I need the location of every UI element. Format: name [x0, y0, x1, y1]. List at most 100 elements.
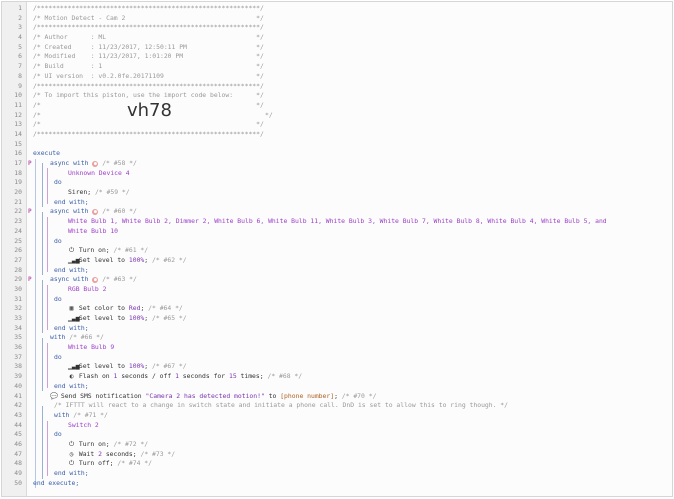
line-number: 45	[14, 430, 22, 439]
clock-icon: ◷	[69, 449, 74, 458]
code-line: 23 White Bulb 1, White Bulb 2, Dimmer 2, …	[2, 217, 672, 227]
line-number: 25	[14, 236, 22, 245]
wait-unit: seconds;	[101, 449, 137, 458]
task-statement[interactable]: ▁▃▅ Set level to 100%; /* #62 */	[68, 256, 187, 266]
statement-id: /* #66 */	[69, 333, 104, 342]
device-name[interactable]: RGB Bulb 2	[68, 285, 106, 295]
line-number: 29	[14, 275, 22, 284]
code-line: 19 do	[2, 178, 672, 188]
level-bars-icon: ▁▃▅	[68, 314, 80, 322]
line-number: 30	[14, 284, 22, 293]
sms-text: to	[264, 391, 281, 400]
device-list[interactable]: White Bulb 1, White Bulb 2, Dimmer 2, Wh…	[68, 217, 607, 227]
code-line: 39 ◐ Flash on 1 seconds / off 1 seconds f…	[2, 372, 672, 382]
task-statement[interactable]: ⏻ Turn on; /* #61 */	[68, 246, 148, 256]
condition-badge-icon: ●	[92, 161, 99, 167]
import-code[interactable]: vh78	[127, 101, 172, 118]
task-statement[interactable]: ▁▃▅ Set level to 100%; /* #67 */	[68, 362, 187, 372]
toggle-icon: ◐	[69, 372, 74, 381]
line-number: 3	[18, 23, 22, 32]
code-line: 32 ▦ Set color to Red; /* #64 */	[2, 304, 672, 314]
code-line: 25 do	[2, 237, 672, 247]
level-value: 100%	[128, 255, 145, 264]
task-statement[interactable]: ⏻ Turn on; /* #72 */	[68, 440, 148, 450]
semicolon: ;	[144, 255, 149, 264]
code-line: 49 end with;	[2, 469, 672, 479]
code-text: /***************************************…	[33, 4, 264, 12]
line-number: 26	[14, 246, 22, 255]
line-number: 12	[14, 110, 22, 119]
line-number: 44	[14, 420, 22, 429]
code-line: 48 ⏻ Turn off; /* #74 */	[2, 459, 672, 469]
task-statement[interactable]: ▦ Set color to Red; /* #64 */	[68, 304, 183, 314]
code-line: 36 White Bulb 9	[2, 343, 672, 353]
statement-id: /* #61 */	[113, 246, 149, 255]
task-statement[interactable]: ⏻ Turn off; /* #74 */	[68, 459, 152, 469]
sms-message: "Camera 2 has detected motion!"	[145, 391, 265, 400]
line-number: 33	[14, 314, 22, 322]
code-text: /***************************************…	[33, 129, 264, 138]
code-line: 7 /* Build : 1 */	[2, 62, 672, 72]
comment-open: /*	[33, 110, 41, 119]
device-name[interactable]: White Bulb 9	[68, 343, 114, 353]
code-line: 21 end with;	[2, 198, 672, 208]
code-line: 13 /* */	[2, 120, 672, 130]
statement-id: /* #72 */	[113, 439, 149, 448]
task-text: Wait	[78, 449, 95, 458]
task-statement[interactable]: ◐ Flash on 1 seconds / off 1 seconds for…	[68, 372, 303, 382]
code-line: 1 /**************************************…	[2, 4, 672, 14]
code-line: 43 with /* #71 */	[2, 411, 672, 421]
statement-id: /* #73 */	[140, 449, 176, 458]
code-text[interactable]: with /* #71 */	[54, 411, 108, 421]
line-number: 8	[18, 71, 22, 80]
code-text: /* UI version : v0.2.0fe.20171109 */	[33, 71, 264, 80]
line-number: 40	[14, 381, 22, 390]
line-number: 1	[18, 4, 22, 12]
task-text: Set level to	[78, 314, 126, 322]
flash-text: times;	[236, 372, 264, 381]
line-number: 20	[14, 188, 22, 197]
code-line: 6 /* Modified : 11/23/2017, 1:01:20 PM */	[2, 52, 672, 62]
device-name[interactable]: Unknown Device 4	[68, 169, 130, 179]
code-text: do	[54, 294, 62, 303]
task-statement[interactable]: 💬 Send SMS notification "Camera 2 has de…	[50, 392, 376, 402]
code-line: 38 ▁▃▅ Set level to 100%; /* #67 */	[2, 362, 672, 372]
code-line: 42 /* IFTTT will react to a change in swi…	[2, 401, 672, 411]
statement-id: /* #70 */	[341, 391, 377, 400]
level-value: 100%	[128, 314, 145, 322]
line-number: 36	[14, 343, 22, 352]
code-text[interactable]: async with ● /* #63 */	[50, 275, 137, 285]
color-value: Red	[128, 304, 141, 313]
code-text[interactable]: execute	[33, 149, 60, 159]
task-statement[interactable]: ◷ Wait 2 seconds; /* #73 */	[68, 449, 176, 460]
device-name[interactable]: Switch 2	[68, 421, 99, 431]
line-number: 23	[14, 217, 22, 226]
line-number: 14	[14, 129, 22, 138]
task-statement[interactable]: ▁▃▅ Set level to 100%; /* #65 */	[68, 314, 187, 324]
statement-id: /* #67 */	[152, 362, 187, 371]
task-text: Set level to	[78, 255, 126, 264]
code-text[interactable]: async with ● /* #60 */	[50, 207, 137, 217]
flash-text: seconds / off	[117, 372, 176, 381]
line-number: 19	[14, 178, 22, 187]
task-text: Flash on	[78, 372, 110, 381]
line-number: 37	[14, 352, 22, 361]
keyword-with: with	[50, 333, 66, 342]
statement-id: /* #74 */	[117, 459, 152, 468]
line-number: 17	[14, 159, 22, 167]
code-text: end with;	[54, 197, 89, 206]
keyword-async-with: async with	[50, 159, 89, 167]
code-line: 50 end execute;	[2, 479, 672, 489]
device-name[interactable]: White Bulb 10	[68, 227, 118, 237]
code-line: 35 with /* #66 */	[2, 333, 672, 343]
task-text: Set color to	[78, 304, 126, 313]
code-text: do	[54, 352, 62, 361]
sms-recipient: [phone number]	[280, 391, 335, 400]
code-text[interactable]: with /* #66 */	[50, 333, 104, 343]
task-text: Send SMS notification	[60, 391, 142, 400]
line-number: 48	[14, 459, 22, 468]
statement-id: /* #68 */	[267, 372, 303, 381]
code-text[interactable]: async with ● /* #58 */	[50, 159, 137, 169]
code-line: 18 Unknown Device 4	[2, 169, 672, 179]
task-statement[interactable]: Siren; /* #59 */	[68, 188, 130, 198]
